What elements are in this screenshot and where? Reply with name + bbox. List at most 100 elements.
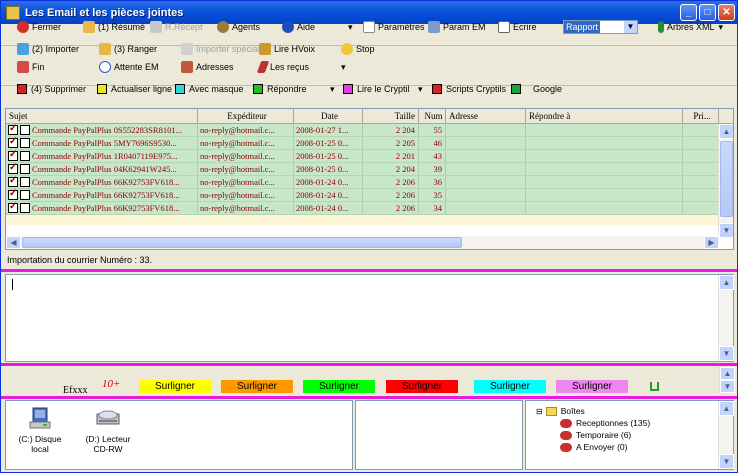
col-num[interactable]: Num [419,109,446,123]
arbres-xml-button[interactable]: Arbres XML ▾ [658,19,723,35]
stop-button[interactable]: Stop [341,41,375,57]
col-expediteur[interactable]: Expéditeur [198,109,294,123]
table-row[interactable]: Commande PayPalPlus 1R0407119E975... no-… [6,150,733,163]
splitter-1[interactable] [1,269,737,272]
col-date[interactable]: Date [294,109,363,123]
table-row[interactable]: Commande PayPalPlus 66K92753FV618... no-… [6,189,733,202]
highlight-scrollbar[interactable]: ▲ ▼ [719,367,735,393]
importer-special-button[interactable]: Importer spécial [181,41,260,57]
scroll-thumb[interactable] [720,141,733,217]
surligner-yellow-button[interactable]: Surligner [139,380,211,393]
green-bracket-icon[interactable] [650,382,659,391]
surligner-red-button[interactable]: Surligner [386,380,458,393]
aide-dropdown[interactable]: ▾ [348,19,353,35]
row-flag-checkbox[interactable] [20,125,30,135]
lire-hvoix-button[interactable]: Lire HVoix [259,41,315,57]
scroll-up-icon[interactable]: ▲ [719,401,734,416]
supprimer-button[interactable]: (4) Supprimer [17,81,86,97]
scroll-right-icon[interactable]: ▶ [704,236,719,249]
actualiser-button[interactable]: Actualiser ligne [97,81,172,97]
row-checkbox[interactable] [8,150,18,161]
archive-icon [99,43,111,55]
row-flag-checkbox[interactable] [20,177,30,187]
param-em-button[interactable]: Param EM [428,19,486,35]
col-adresse[interactable]: Adresse [446,109,526,123]
surligner-pink-button[interactable]: Surligner [556,380,628,393]
tree-scrollbar[interactable]: ▲ ▼ [718,401,734,469]
row-flag-checkbox[interactable] [20,190,30,200]
table-row[interactable]: Commande PayPalPlus 66K92753FV618... no-… [6,176,733,189]
scroll-up-icon[interactable]: ▲ [719,124,733,139]
scroll-up-icon[interactable]: ▲ [719,275,734,290]
repondre-dropdown[interactable]: ▾ [330,81,335,97]
fin-button[interactable]: Fin [17,59,45,75]
scroll-down-icon[interactable]: ▼ [719,223,733,238]
ranger-button[interactable]: (3) Ranger [99,41,157,57]
surligner-orange-button[interactable]: Surligner [221,380,293,393]
parametres-button[interactable]: Paramètres [363,19,425,35]
les-recus-button[interactable]: Les reçus [256,59,309,75]
tree-root[interactable]: ⊟ Boîtes [536,405,650,417]
scroll-up-icon[interactable]: ▲ [720,367,735,380]
lire-cryptil-button[interactable]: Lire le Cryptil [343,81,410,97]
fermer-button[interactable]: Fermer [17,19,61,35]
grid-vertical-scrollbar[interactable]: ▲ ▼ [718,124,733,238]
col-repondre-a[interactable]: Répondre à [526,109,683,123]
drive-d[interactable]: (D:) Lecteur CD-RW [78,406,138,454]
row-checkbox[interactable] [8,176,18,187]
google-button[interactable]: Google [511,81,562,97]
repondre-label: Répondre [267,84,307,94]
repondre-button[interactable]: Répondre [253,81,307,97]
scroll-down-icon[interactable]: ▼ [720,380,735,393]
row-flag-checkbox[interactable] [20,151,30,161]
font-size-label[interactable]: 10+ [102,378,120,390]
les-recus-dropdown[interactable]: ▾ [341,59,346,75]
scroll-left-icon[interactable]: ◀ [6,236,21,249]
rapport-selected-value: Rapport [564,21,601,33]
row-checkbox[interactable] [8,163,18,174]
lire-cryptil-dropdown[interactable]: ▾ [418,81,423,97]
importer-button[interactable]: (2) Importer [17,41,79,57]
table-row[interactable]: Commande PayPalPlus 0S552283SR8101... no… [6,124,733,137]
surligner-cyan-button[interactable]: Surligner [474,380,546,393]
row-checkbox[interactable] [8,137,18,148]
row-flag-checkbox[interactable] [20,138,30,148]
drive-c[interactable]: (C:) Disque local [10,406,70,454]
row-checkbox[interactable] [8,202,18,213]
table-row[interactable]: Commande PayPalPlus 66K92753FV618... no-… [6,202,733,215]
row-checkbox[interactable] [8,189,18,200]
row-checkbox[interactable] [8,124,18,135]
scripts-cryptils-button[interactable]: Scripts Cryptils [432,81,506,97]
splitter-2[interactable] [1,363,737,366]
tree-item-temporaire[interactable]: Temporaire (6) [536,429,650,441]
avec-masque-button[interactable]: Avec masque [175,81,243,97]
scroll-h-thumb[interactable] [22,237,462,248]
table-row[interactable]: Commande PayPalPlus 5MY7696S9530... no-r… [6,137,733,150]
message-body-textarea[interactable]: ▲ ▼ [5,274,734,362]
body-vertical-scrollbar[interactable]: ▲ ▼ [718,275,734,361]
rrecept-button[interactable]: R.Récept [150,19,203,35]
row-flag-checkbox[interactable] [20,164,30,174]
scroll-down-icon[interactable]: ▼ [719,454,734,469]
chevron-down-icon[interactable]: ▼ [624,21,637,33]
attente-em-button[interactable]: Attente EM [99,59,159,75]
rapport-select[interactable]: Rapport ▼ [563,20,638,34]
agents-button[interactable]: Agents [217,19,260,35]
ecrire-button[interactable]: Ecrire [498,19,537,35]
mailbox-icon [560,430,572,440]
adresses-button[interactable]: Adresses [181,59,234,75]
grid-horizontal-scrollbar[interactable]: ◀ ▶ [6,236,719,249]
col-priorite[interactable]: Pri... [683,109,719,123]
row-flag-checkbox[interactable] [20,203,30,213]
collapse-icon[interactable]: ⊟ [536,407,543,416]
tree-item-receptionnes[interactable]: Receptionnes (135) [536,417,650,429]
surligner-green-button[interactable]: Surligner [303,380,375,393]
aide-button[interactable]: Aide [282,19,315,35]
scroll-down-icon[interactable]: ▼ [719,346,734,361]
col-taille[interactable]: Taille [363,109,419,123]
col-sujet[interactable]: Sujet [6,109,198,123]
tree-item-a-envoyer[interactable]: A Envoyer (0) [536,441,650,453]
table-row[interactable]: Commande PayPalPlus 04K62941W245... no-r… [6,163,733,176]
splitter-3[interactable] [1,396,737,399]
resume-button[interactable]: (1) Résumé [83,19,145,35]
